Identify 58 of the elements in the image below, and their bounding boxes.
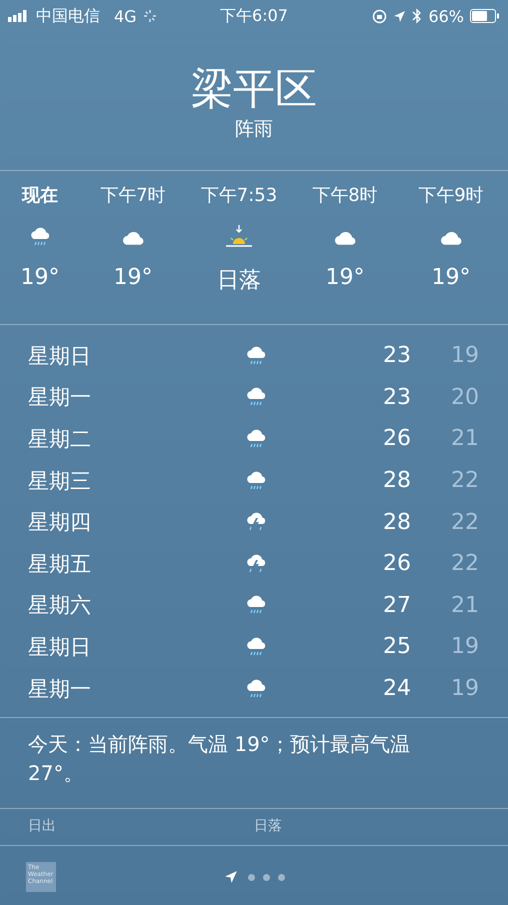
hour-label: 现在: [22, 184, 58, 208]
low-temperature: 22: [450, 468, 479, 494]
hour-temperature: 19°: [114, 265, 152, 290]
city-name: 梁平区: [191, 64, 317, 114]
location-page-icon[interactable]: [224, 870, 238, 884]
page-dot[interactable]: [248, 874, 254, 881]
page-dot[interactable]: [262, 874, 270, 881]
detail-label: 日出: [28, 818, 56, 834]
low-temperature: 19: [450, 676, 479, 702]
weekday: 星期日: [28, 342, 92, 370]
high-temperature: 23: [382, 384, 411, 410]
low-temperature: 20: [450, 384, 479, 410]
hour-temperature: 19°: [326, 265, 364, 290]
hour-temperature: 日落: [217, 267, 261, 295]
activity-spinner-icon: [142, 9, 157, 23]
detail-label: 日落: [254, 818, 282, 834]
weekday: 星期三: [28, 468, 92, 495]
weather-condition: 阵雨: [235, 117, 273, 142]
high-temperature: 26: [382, 426, 411, 452]
low-temperature: 19: [450, 634, 479, 660]
hour-label: 下午9时: [418, 184, 484, 208]
clock-time: 下午6:07: [220, 6, 288, 26]
hour-label: 下午7:53: [200, 184, 278, 208]
bluetooth-icon: [412, 8, 422, 24]
cloud-icon: [439, 230, 463, 244]
low-temperature: 22: [450, 510, 479, 535]
weekday: 星期一: [28, 384, 92, 412]
weekday: 星期四: [28, 509, 92, 536]
hour-temperature: 19°: [432, 265, 470, 290]
cloud-icon: [333, 230, 357, 244]
weekday: 星期二: [28, 426, 92, 453]
low-temperature: 21: [450, 426, 479, 452]
hour-label: 下午7时: [100, 184, 166, 208]
location-arrow-icon: [393, 10, 406, 22]
high-temperature: 25: [382, 634, 411, 660]
high-temperature: 28: [382, 468, 411, 494]
weekday: 星期一: [28, 676, 92, 703]
page-dot[interactable]: [278, 874, 284, 881]
hour-label: 下午8时: [312, 184, 378, 208]
carrier-name: 中国电信: [36, 6, 100, 26]
low-temperature: 22: [450, 551, 479, 576]
high-temperature: 24: [382, 676, 411, 702]
high-temperature: 26: [382, 551, 411, 576]
weekday: 星期六: [28, 592, 92, 620]
network-type: 4G: [114, 6, 137, 26]
low-temperature: 19: [450, 343, 479, 368]
hour-temperature: 19°: [20, 265, 60, 290]
high-temperature: 23: [382, 343, 411, 368]
weekday: 星期五: [28, 550, 92, 578]
low-temperature: 21: [450, 592, 479, 618]
weather-summary: 今天：当前阵雨。气温 19°；预计最高气温 27°。: [28, 732, 410, 786]
high-temperature: 27: [382, 592, 411, 618]
battery-icon: [470, 9, 500, 23]
rotation-lock-icon: [372, 8, 388, 24]
high-temperature: 28: [382, 510, 411, 535]
weekday: 星期日: [28, 634, 92, 661]
battery-percent: 66%: [428, 6, 464, 26]
cloud-icon: [121, 230, 145, 244]
